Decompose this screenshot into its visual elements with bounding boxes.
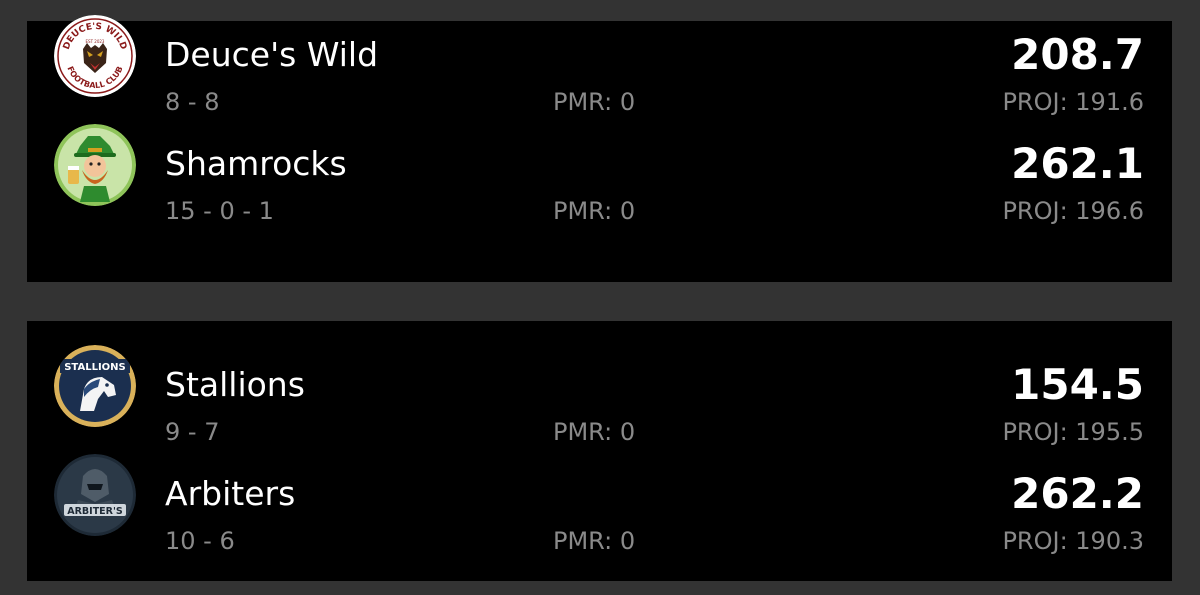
team-score: 262.1: [1011, 139, 1144, 188]
svg-text:STALLIONS: STALLIONS: [64, 362, 126, 373]
team-projection: PROJ: 190.3: [1002, 527, 1144, 555]
team-name: Arbiters: [165, 474, 296, 513]
team-projection: PROJ: 196.6: [1002, 197, 1144, 225]
svg-text:ARBITER'S: ARBITER'S: [67, 506, 123, 517]
team-name: Shamrocks: [165, 144, 347, 183]
team-row-deuces-wild[interactable]: DEUCE'S WILD FOOTBALL CLUB EST 2023 Deuc…: [27, 1, 1172, 116]
matchup-card-1[interactable]: DEUCE'S WILD FOOTBALL CLUB EST 2023 Deuc…: [27, 15, 1172, 282]
stallions-logo: STALLIONS: [54, 345, 136, 427]
team-record: 15 - 0 - 1: [165, 197, 274, 225]
team-name: Deuce's Wild: [165, 35, 379, 74]
team-score: 208.7: [1011, 30, 1144, 79]
team-pmr: PMR: 0: [553, 197, 636, 225]
team-score: 154.5: [1011, 360, 1144, 409]
team-row-stallions[interactable]: STALLIONS Stallions 9 - 7 PMR: 0 154.5 P…: [27, 331, 1172, 446]
svg-text:EST 2023: EST 2023: [86, 39, 105, 44]
team-score: 262.2: [1011, 469, 1144, 518]
team-record: 10 - 6: [165, 527, 235, 555]
team-row-shamrocks[interactable]: Shamrocks 15 - 0 - 1 PMR: 0 262.1 PROJ: …: [27, 110, 1172, 225]
matchup-card-2[interactable]: STALLIONS Stallions 9 - 7 PMR: 0 154.5 P…: [27, 321, 1172, 581]
team-row-arbiters[interactable]: ARBITER'S Arbiters 10 - 6 PMR: 0 262.2 P…: [27, 440, 1172, 555]
team-pmr: PMR: 0: [553, 527, 636, 555]
team-name: Stallions: [165, 365, 305, 404]
arbiters-logo: ARBITER'S: [54, 454, 136, 536]
deuces-wild-logo: DEUCE'S WILD FOOTBALL CLUB EST 2023: [54, 15, 136, 97]
shamrocks-logo: [54, 124, 136, 206]
